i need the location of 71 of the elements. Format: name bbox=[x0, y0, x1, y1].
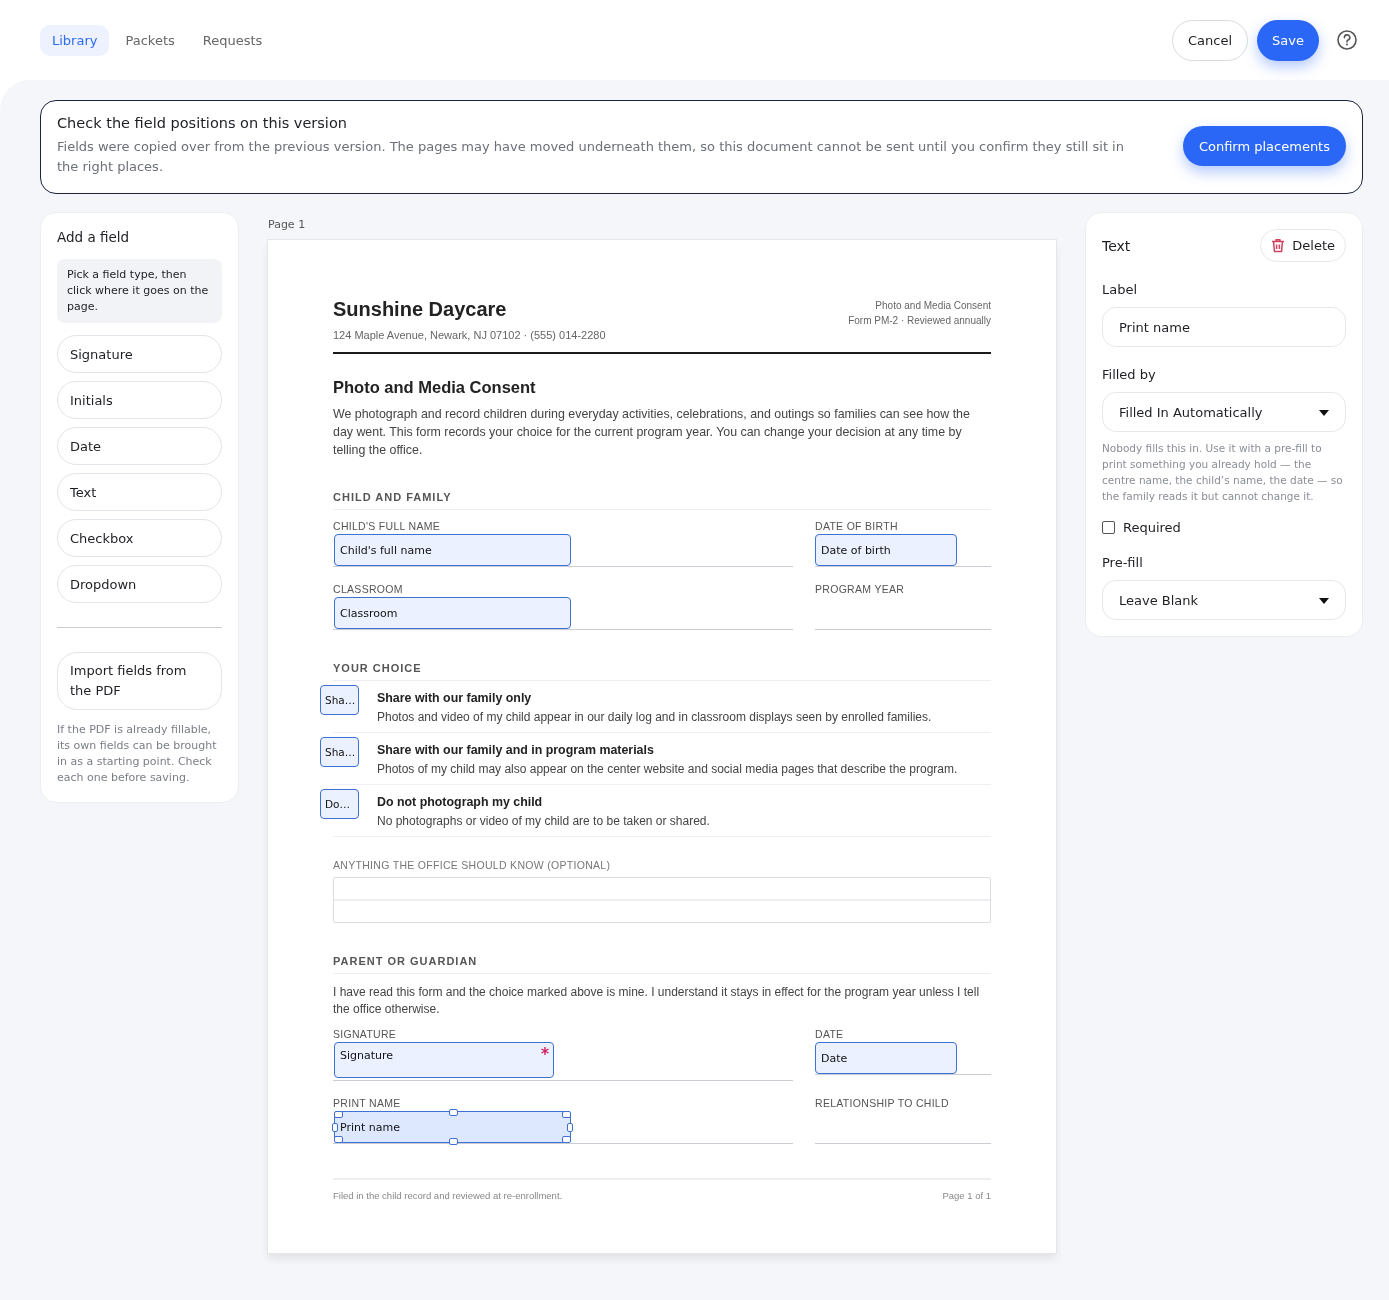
page-label: Page 1 bbox=[268, 217, 307, 233]
help-icon[interactable] bbox=[1336, 29, 1358, 51]
section-heading: CHILD AND FAMILY bbox=[333, 491, 991, 510]
banner-message: Fields were copied over from the previous version. The pages may have moved underneath them, so this document cannot be sent until you confirm they still sit in the right places. bbox=[57, 138, 1125, 176]
nav-tab[interactable]: Requests bbox=[190, 24, 275, 56]
field-type-button[interactable]: Text bbox=[57, 473, 222, 511]
import-fields-button[interactable]: Import fields from the PDF bbox=[57, 652, 222, 710]
form-line-label: RELATIONSHIP TO CHILD bbox=[815, 1097, 950, 1110]
field-type-button[interactable]: Dropdown bbox=[57, 565, 222, 603]
section-heading: PARENT OR GUARDIAN bbox=[333, 955, 991, 974]
page-number: Page 1 of 1 bbox=[942, 1190, 991, 1201]
nav-tab[interactable]: Packets bbox=[113, 24, 187, 56]
confirm-placements-button[interactable]: Confirm placements bbox=[1182, 126, 1346, 166]
choice-description: Photos and video of my child appear in our daily log and in classroom displays seen by enrolled families. bbox=[377, 710, 933, 724]
field-type-button[interactable]: Date bbox=[57, 427, 222, 465]
section-text: I have read this form and the choice marked above is mine. I understand it stays in effect for the program year unless I tell the office otherwise. bbox=[333, 984, 981, 1018]
date-field-overlay[interactable]: Date bbox=[815, 1042, 957, 1074]
field-caption: Label bbox=[1102, 282, 1139, 297]
banner-title: Check the field positions on this version bbox=[57, 115, 348, 131]
checkbox-field-overlay[interactable]: Sha… bbox=[320, 737, 359, 767]
checkbox-field-overlay[interactable]: Do… bbox=[320, 789, 359, 819]
form-line-label: DATE bbox=[815, 1028, 845, 1041]
form-line-label: CHILD'S FULL NAME bbox=[333, 520, 442, 533]
help-text: Nobody fills this in. Use it with a pre-fill to print something you already hold — the centre name, the child’s name, the date — so the family reads it but cannot change it. bbox=[1102, 441, 1344, 504]
form-line-label: SIGNATURE bbox=[333, 1028, 398, 1041]
form-line-label: PROGRAM YEAR bbox=[815, 583, 906, 596]
caret-icon bbox=[1319, 598, 1329, 604]
intro-paragraph: We photograph and record children during everyday activities, celebrations, and outings so families can see how the day went. This form records your choice for the current program year. You can change your decision at any time by telling the office. bbox=[333, 406, 971, 459]
date-field-overlay[interactable]: Date of birth bbox=[815, 534, 957, 566]
text-field-overlay[interactable]: Classroom bbox=[334, 597, 571, 629]
form-line-label: DATE OF BIRTH bbox=[815, 520, 899, 533]
document-title: Photo and Media Consent bbox=[333, 378, 537, 397]
checkbox-field-overlay[interactable]: Sha… bbox=[320, 685, 359, 715]
form-line-label: PRINT NAME bbox=[333, 1097, 402, 1110]
choice-title: Share with our family only bbox=[377, 691, 533, 705]
field-type-button[interactable]: Checkbox bbox=[57, 519, 222, 557]
text-field-overlay[interactable]: Print name bbox=[334, 1111, 571, 1143]
required-asterisk-icon bbox=[541, 1047, 549, 1055]
checkbox-label: Required bbox=[1123, 520, 1181, 535]
organization-address: 124 Maple Avenue, Newark, NJ 07102 · (555) 014-2280 bbox=[333, 329, 606, 341]
field-type-button[interactable]: Signature bbox=[57, 335, 222, 373]
field-caption: Pre-fill bbox=[1102, 555, 1144, 570]
prefill-dropdown[interactable]: Leave Blank bbox=[1102, 580, 1346, 620]
required-checkbox[interactable] bbox=[1102, 521, 1115, 534]
choice-title: Do not photograph my child bbox=[377, 795, 544, 809]
form-meta: Photo and Media Consent bbox=[874, 299, 991, 313]
organization-name: Sunshine Daycare bbox=[333, 298, 508, 321]
choice-description: No photographs or video of my child are to be taken or shared. bbox=[377, 814, 711, 828]
trash-icon bbox=[1271, 238, 1286, 253]
form-meta: Form PM-2 · Reviewed annually bbox=[848, 314, 991, 328]
field-caption: Filled by bbox=[1102, 367, 1157, 382]
field-type-title: Text bbox=[1102, 237, 1131, 254]
choice-description: Photos of my child may also appear on the center website and social media pages that describe the program. bbox=[377, 762, 959, 776]
filled-by-dropdown[interactable]: Filled In Automatically bbox=[1102, 392, 1346, 432]
choice-title: Share with our family and in program materials bbox=[377, 743, 655, 757]
section-heading: YOUR CHOICE bbox=[333, 662, 991, 681]
document-footer-note: Filed in the child record and reviewed at re-enrollment. bbox=[333, 1190, 563, 1201]
form-line-label: CLASSROOM bbox=[333, 583, 404, 596]
hint-box: Pick a field type, then click where it goes on the page. bbox=[57, 259, 222, 323]
save-button[interactable]: Save bbox=[1257, 19, 1319, 61]
delete-button[interactable]: Delete bbox=[1260, 229, 1346, 262]
field-type-button[interactable]: Initials bbox=[57, 381, 222, 419]
form-line-label: ANYTHING THE OFFICE SHOULD KNOW (OPTIONAL) bbox=[333, 859, 612, 871]
panel-title: Add a field bbox=[57, 229, 131, 245]
nav-tab[interactable]: Library bbox=[40, 24, 110, 56]
caret-icon bbox=[1319, 410, 1329, 416]
label-input[interactable]: Print name bbox=[1102, 307, 1346, 347]
cancel-button[interactable]: Cancel bbox=[1172, 19, 1249, 61]
signature-field-overlay[interactable]: Signature bbox=[334, 1042, 554, 1078]
text-field-overlay[interactable]: Child's full name bbox=[334, 534, 571, 566]
import-note: If the PDF is already fillable, its own fields can be brought in as a starting point. Check each one before saving. bbox=[57, 722, 218, 786]
